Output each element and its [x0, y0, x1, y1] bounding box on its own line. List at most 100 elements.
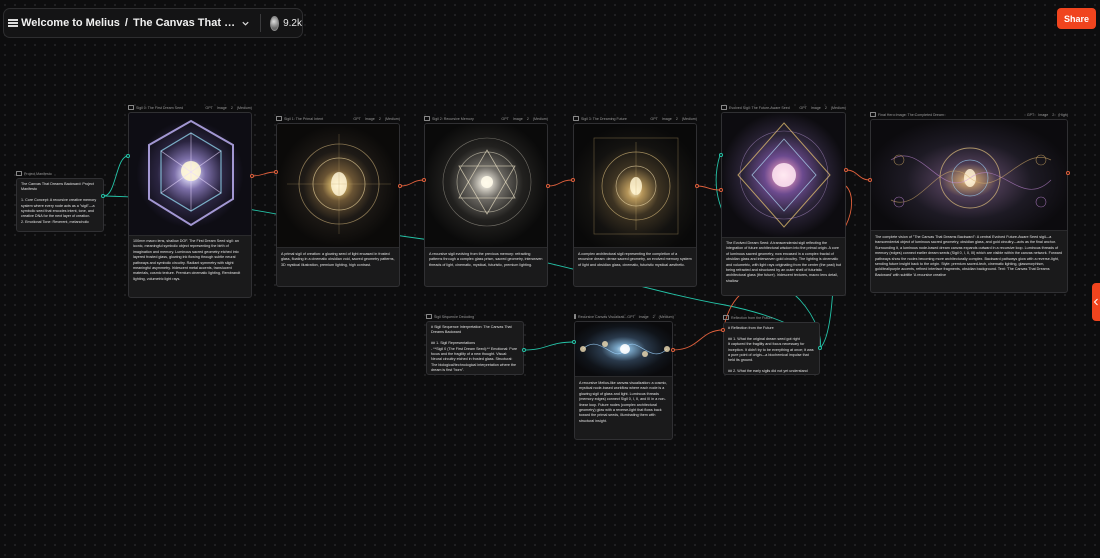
edge-evolved-final — [845, 169, 871, 181]
node-title: Evolved Sigil: The Future-Aware Seed — [729, 105, 790, 110]
output-port[interactable] — [671, 348, 675, 352]
model-label: GPT — [799, 105, 807, 110]
input-port[interactable] — [126, 154, 130, 158]
input-port[interactable] — [274, 170, 278, 174]
sigil-glass-icon — [148, 119, 234, 227]
sigil-prism-icon — [442, 137, 532, 227]
hamburger-menu-icon[interactable] — [4, 8, 21, 38]
project-toolbar: Welcome to Melius / The Canvas That Drea… — [3, 8, 303, 38]
toolbar-divider — [260, 14, 261, 32]
node-text: The Evolved Dream Seed: A transcendental… — [726, 241, 841, 283]
input-port[interactable] — [868, 178, 872, 182]
quality-label: (Medium) — [681, 116, 697, 121]
canvas-image[interactable] — [575, 322, 672, 377]
kind-label: Image — [216, 105, 227, 110]
node-title: Sigil Sequence Decoding — [434, 314, 475, 319]
input-port[interactable] — [719, 153, 723, 157]
sigil-image[interactable] — [574, 124, 696, 248]
input-port[interactable] — [721, 328, 725, 332]
node-title: Sigil 2: Recursive Memory — [432, 116, 474, 121]
view-count: 9.2k — [283, 17, 302, 29]
count-label: 2 — [230, 105, 233, 110]
output-port[interactable] — [844, 168, 848, 172]
edge-recursive-reflection — [672, 329, 724, 351]
breadcrumb-separator: / — [124, 17, 128, 29]
node-recursive-canvas[interactable]: Recursive Canvas Visualizati... GPT Image 2… — [572, 314, 675, 440]
output-port[interactable] — [398, 184, 402, 188]
edge-sigil1-sigil2 — [399, 179, 425, 187]
model-label: GPT — [1026, 112, 1035, 117]
node-sigil-1[interactable]: Sigil 1: The Primal Intent GPT Image 2 (Medi… — [274, 116, 402, 287]
kind-label: Image — [638, 314, 649, 319]
count-label: 2 — [675, 116, 678, 121]
sigil-image[interactable] — [425, 124, 547, 248]
output-port[interactable] — [1066, 171, 1070, 175]
node-sigil-decoding[interactable]: Sigil Sequence Decoding # Sigil Sequence… — [426, 314, 526, 375]
node-text: A primal sigil of creation: a glowing se… — [281, 252, 395, 267]
image-node-icon — [870, 112, 876, 117]
count-label: 2 — [652, 314, 655, 319]
kind-label: Image — [810, 105, 821, 110]
sigil-image[interactable] — [277, 124, 399, 248]
node-sigil-3[interactable]: Sigil 3: The Dreaming Future GPT Image 2 (Me… — [571, 116, 699, 287]
node-text: The Canvas That Dreams Backward: Project… — [21, 182, 97, 224]
hero-canvas-icon — [890, 147, 1052, 209]
node-title: Sigil 3: The Dreaming Future — [581, 116, 627, 121]
edge-sigil0-sigil1 — [251, 171, 277, 177]
input-port[interactable] — [572, 340, 576, 344]
text-node-icon — [426, 314, 432, 319]
node-text: A complex architectural sigil representi… — [578, 252, 692, 267]
share-button[interactable]: Share — [1057, 8, 1096, 29]
edge-sigil2-sigil3 — [547, 179, 573, 187]
output-port[interactable] — [250, 174, 254, 178]
node-title: Project Manifesto — [24, 171, 52, 176]
quality-label: (Medium) — [532, 116, 548, 121]
output-port[interactable] — [101, 194, 105, 198]
node-evolved-sigil[interactable]: Evolved Sigil: The Future-Aware Seed GPT I… — [719, 105, 848, 296]
chevron-left-icon — [1093, 298, 1098, 306]
node-network-icon — [580, 341, 670, 357]
text-node-icon — [723, 315, 729, 320]
output-port[interactable] — [695, 184, 699, 188]
node-text: The complete vision of "The Canvas That … — [875, 235, 1063, 277]
node-text: # Reflection from the Future ## 1. What … — [728, 326, 814, 373]
input-port[interactable] — [719, 188, 723, 192]
sigil-image[interactable] — [129, 113, 251, 236]
quality-label: (Medium) — [658, 314, 674, 319]
workflow-canvas[interactable]: Welcome to Melius / The Canvas That Drea… — [0, 0, 1100, 558]
node-sigil-0[interactable]: Sigil 0: The First Dream Seed GPT Image 2 (M… — [126, 105, 254, 298]
quality-label: (High) — [1058, 112, 1068, 117]
node-project-manifesto[interactable]: Project Manifesto The Canvas That Dreams… — [16, 171, 105, 232]
chevron-down-icon[interactable] — [241, 15, 250, 31]
hero-image[interactable] — [871, 120, 1067, 231]
image-node-icon — [721, 105, 727, 110]
node-final-hero[interactable]: Final Hero Image: The Completed Dream GPT… — [868, 112, 1070, 293]
node-sigil-2[interactable]: Sigil 2: Recursive Memory GPT Image 2 (Mediu… — [422, 116, 550, 287]
input-port[interactable] — [422, 178, 426, 182]
sigil-architecture-icon — [593, 137, 679, 235]
avatar[interactable] — [269, 15, 280, 31]
kind-label: Image — [364, 116, 375, 121]
image-node-icon — [574, 314, 576, 319]
breadcrumb-root[interactable]: Welcome to Melius — [21, 17, 120, 29]
output-port[interactable] — [522, 348, 526, 352]
model-label: GPT — [205, 105, 213, 110]
image-node-icon — [128, 105, 134, 110]
node-text: A recursive Melius-like canvas visualiza… — [579, 381, 668, 423]
kind-label: Image — [512, 116, 523, 121]
count-label: 2 — [526, 116, 529, 121]
side-panel-toggle[interactable] — [1092, 283, 1100, 321]
node-text: # Sigil Sequence Interpretation: The Can… — [431, 325, 518, 373]
sigil-image[interactable] — [722, 113, 845, 238]
node-title: Sigil 1: The Primal Intent — [284, 116, 324, 121]
output-port[interactable] — [546, 184, 550, 188]
node-title: Reflection from the Future — [731, 315, 773, 320]
kind-label: Image — [661, 116, 672, 121]
input-port[interactable] — [571, 178, 575, 182]
output-port[interactable] — [818, 346, 822, 350]
node-reflection[interactable]: Reflection from the Future # Reflection … — [721, 315, 822, 375]
count-label: 2 — [1052, 112, 1055, 117]
project-title[interactable]: The Canvas That Dreams Backward — [133, 17, 237, 29]
count-label: 2 — [824, 105, 827, 110]
node-title: Sigil 0: The First Dream Seed — [136, 105, 184, 110]
